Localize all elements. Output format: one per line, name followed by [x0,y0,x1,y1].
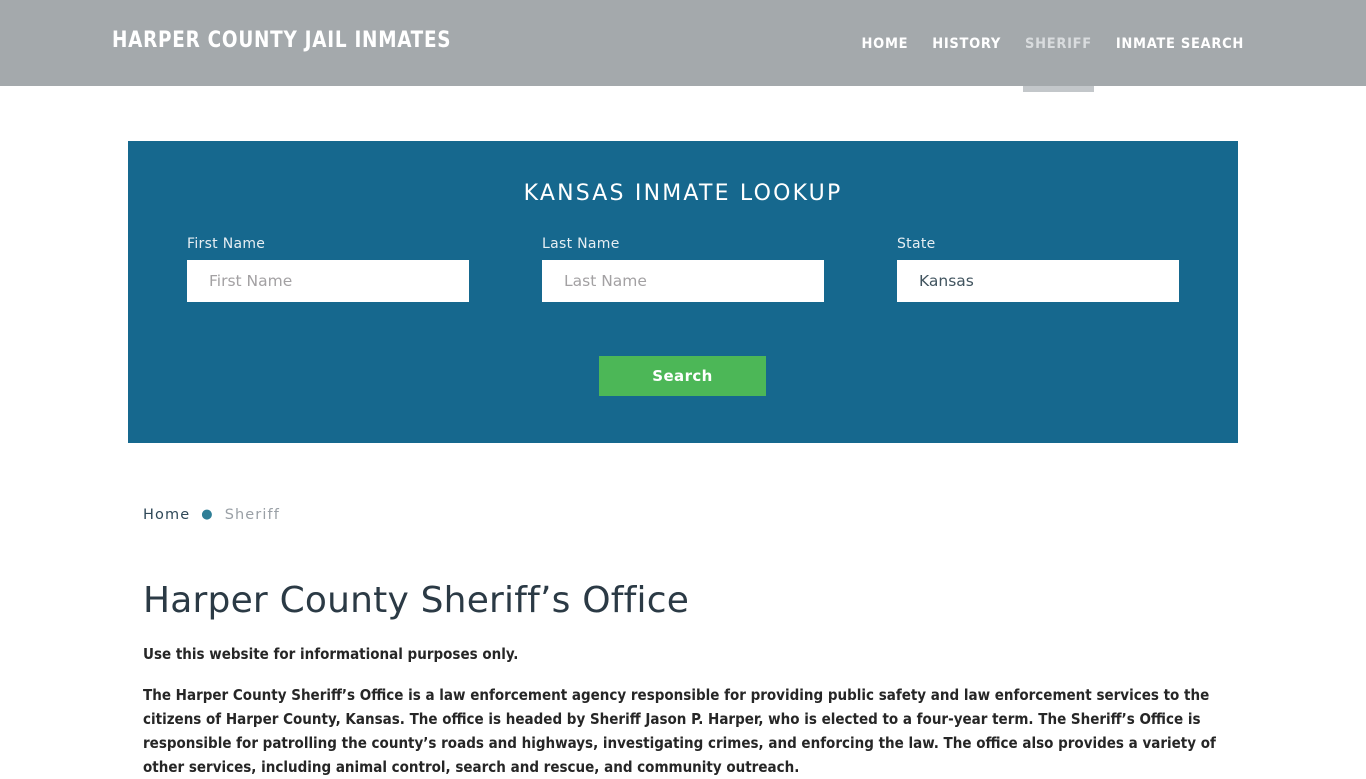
state-input[interactable] [897,260,1179,302]
inmate-lookup-panel: Kansas Inmate Lookup First Name Last Nam… [128,141,1238,443]
state-field-group: State [897,236,1179,302]
last-name-label: Last Name [542,236,620,252]
breadcrumb-separator-icon: ● [201,507,214,522]
nav-item-history[interactable]: History [920,0,1013,92]
main-content: Home ● Sheriff Harper County Sheriff’s Off… [143,495,1223,779]
breadcrumb-link-home[interactable]: Home [143,507,190,523]
lookup-title: Kansas Inmate Lookup [523,181,843,206]
site-header: Harper County Jail Inmates Home History … [0,0,1366,92]
first-name-field-group: First Name [187,236,469,302]
nav-item-sheriff[interactable]: Sheriff [1013,0,1104,92]
body-paragraph: The Harper County Sheriff’s Office is a … [143,685,1216,776]
nav-item-home[interactable]: Home [850,0,921,92]
breadcrumb: Home ● Sheriff [143,495,1223,523]
state-label: State [897,236,936,252]
first-name-input[interactable] [187,260,469,302]
breadcrumb-current: Sheriff [224,507,280,523]
last-name-field-group: Last Name [542,236,824,302]
nav-item-inmate-search[interactable]: Inmate Search [1104,0,1256,92]
main-navigation: Home History Sheriff Inmate Search [850,0,1256,92]
page-title: Harper County Sheriff’s Office [143,579,690,621]
last-name-input[interactable] [542,260,824,302]
first-name-label: First Name [187,236,266,252]
search-button[interactable]: Search [599,356,766,396]
site-logo[interactable]: Harper County Jail Inmates [112,28,451,53]
disclaimer-text: Use this website for informational purpo… [143,644,519,663]
